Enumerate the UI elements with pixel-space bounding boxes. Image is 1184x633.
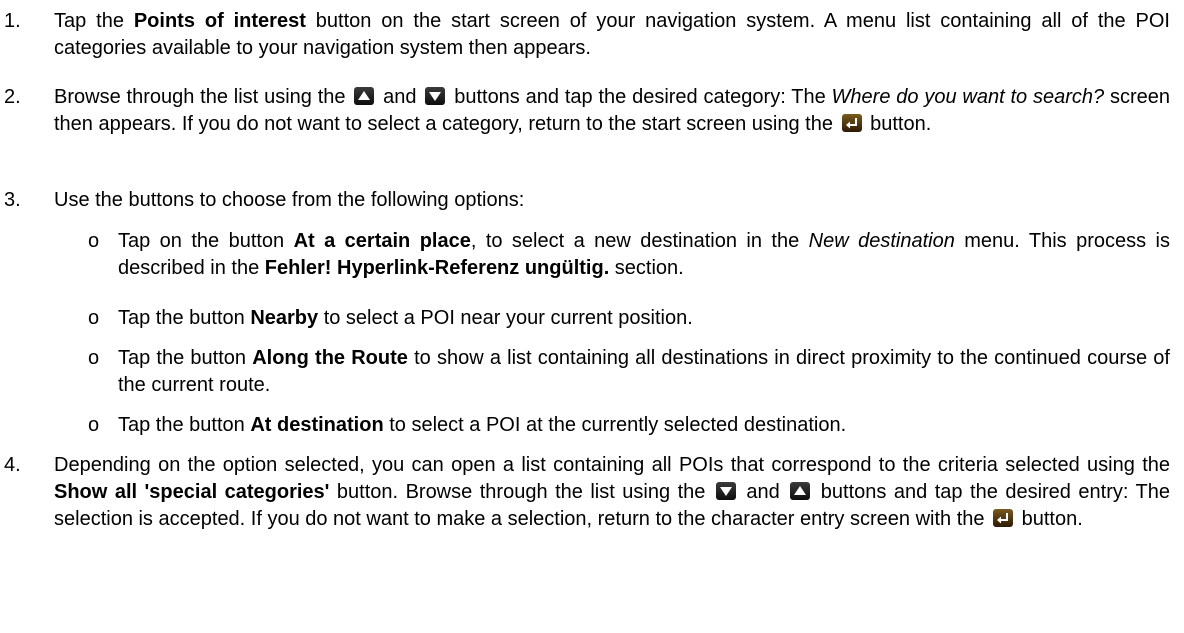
step-4: 4. Depending on the option selected, you… [4,452,1170,533]
option-at-a-certain-place: o Tap on the button At a certain place, … [88,228,1170,282]
arrow-up-icon [354,87,375,105]
step-3: 3. Use the buttons to choose from the fo… [4,187,1170,214]
text-run: button. Browse through the list using th… [329,481,706,503]
text-run: and [383,86,417,108]
text-run: to select a POI at the currently selecte… [383,414,847,436]
bullet: o [88,230,100,252]
arrow-up-icon [790,482,811,500]
text-run: Tap the button [118,347,253,369]
text-run: Depending on the option selected, you ca… [54,454,1170,476]
option-text: Tap the button At destination to select … [118,412,1170,439]
text-run: and [746,481,780,503]
return-icon [993,509,1014,527]
broken-hyperlink[interactable]: Fehler! Hyperlink-Referenz ungültig. [265,257,609,279]
step-text: Depending on the option selected, you ca… [54,452,1170,533]
bullet: o [88,347,100,369]
button-name: At a certain place [293,230,471,252]
option-text: Tap the button Nearby to select a POI ne… [118,305,1170,332]
screen-name: Where do you want to search? [831,86,1105,108]
button-name: Nearby [250,307,319,329]
step-1: 1. Tap the Points of interest button on … [4,8,1170,62]
option-text: Tap the button Along the Route to show a… [118,345,1170,399]
option-nearby: o Tap the button Nearby to select a POI … [88,305,1170,332]
text-run: to select a POI near your current positi… [318,307,693,329]
text-run: button. [1021,508,1083,530]
text-run: Tap the button [118,307,251,329]
step-number: 3. [4,189,21,211]
step-number: 1. [4,10,21,32]
option-text: Tap on the button At a certain place, to… [118,228,1170,282]
return-icon [841,114,862,132]
step-2: 2. Browse through the list using the and… [4,84,1170,138]
text-run: section. [609,257,684,279]
button-name: Along the Route [252,347,408,369]
button-name: At destination [250,414,384,436]
arrow-down-icon [715,482,736,500]
option-along-the-route: o Tap the button Along the Route to show… [88,345,1170,399]
bullet: o [88,307,100,329]
button-name-show-all-special-categories: Show all 'special categories' [54,481,330,503]
text-run: Browse through the list using the [54,86,346,108]
step-text: Use the buttons to choose from the follo… [54,189,525,211]
step-number: 2. [4,86,21,108]
text-run: Tap the [54,10,134,32]
bullet: o [88,414,100,436]
text-run: Tap on the button [118,230,294,252]
step-number: 4. [4,454,21,476]
step-text: Browse through the list using the and bu… [54,84,1170,138]
step-text: Tap the Points of interest button on the… [54,8,1170,62]
document-page: 1. Tap the Points of interest button on … [0,0,1184,633]
text-run: , to select a new destination in the [470,230,809,252]
text-run: buttons and tap the desired category: Th… [454,86,832,108]
arrow-down-icon [425,87,446,105]
option-at-destination: o Tap the button At destination to selec… [88,412,1170,439]
menu-name: New destination [808,230,955,252]
text-run: Tap the button [118,414,251,436]
text-run: button. [870,113,932,135]
button-name-points-of-interest: Points of interest [133,10,306,32]
